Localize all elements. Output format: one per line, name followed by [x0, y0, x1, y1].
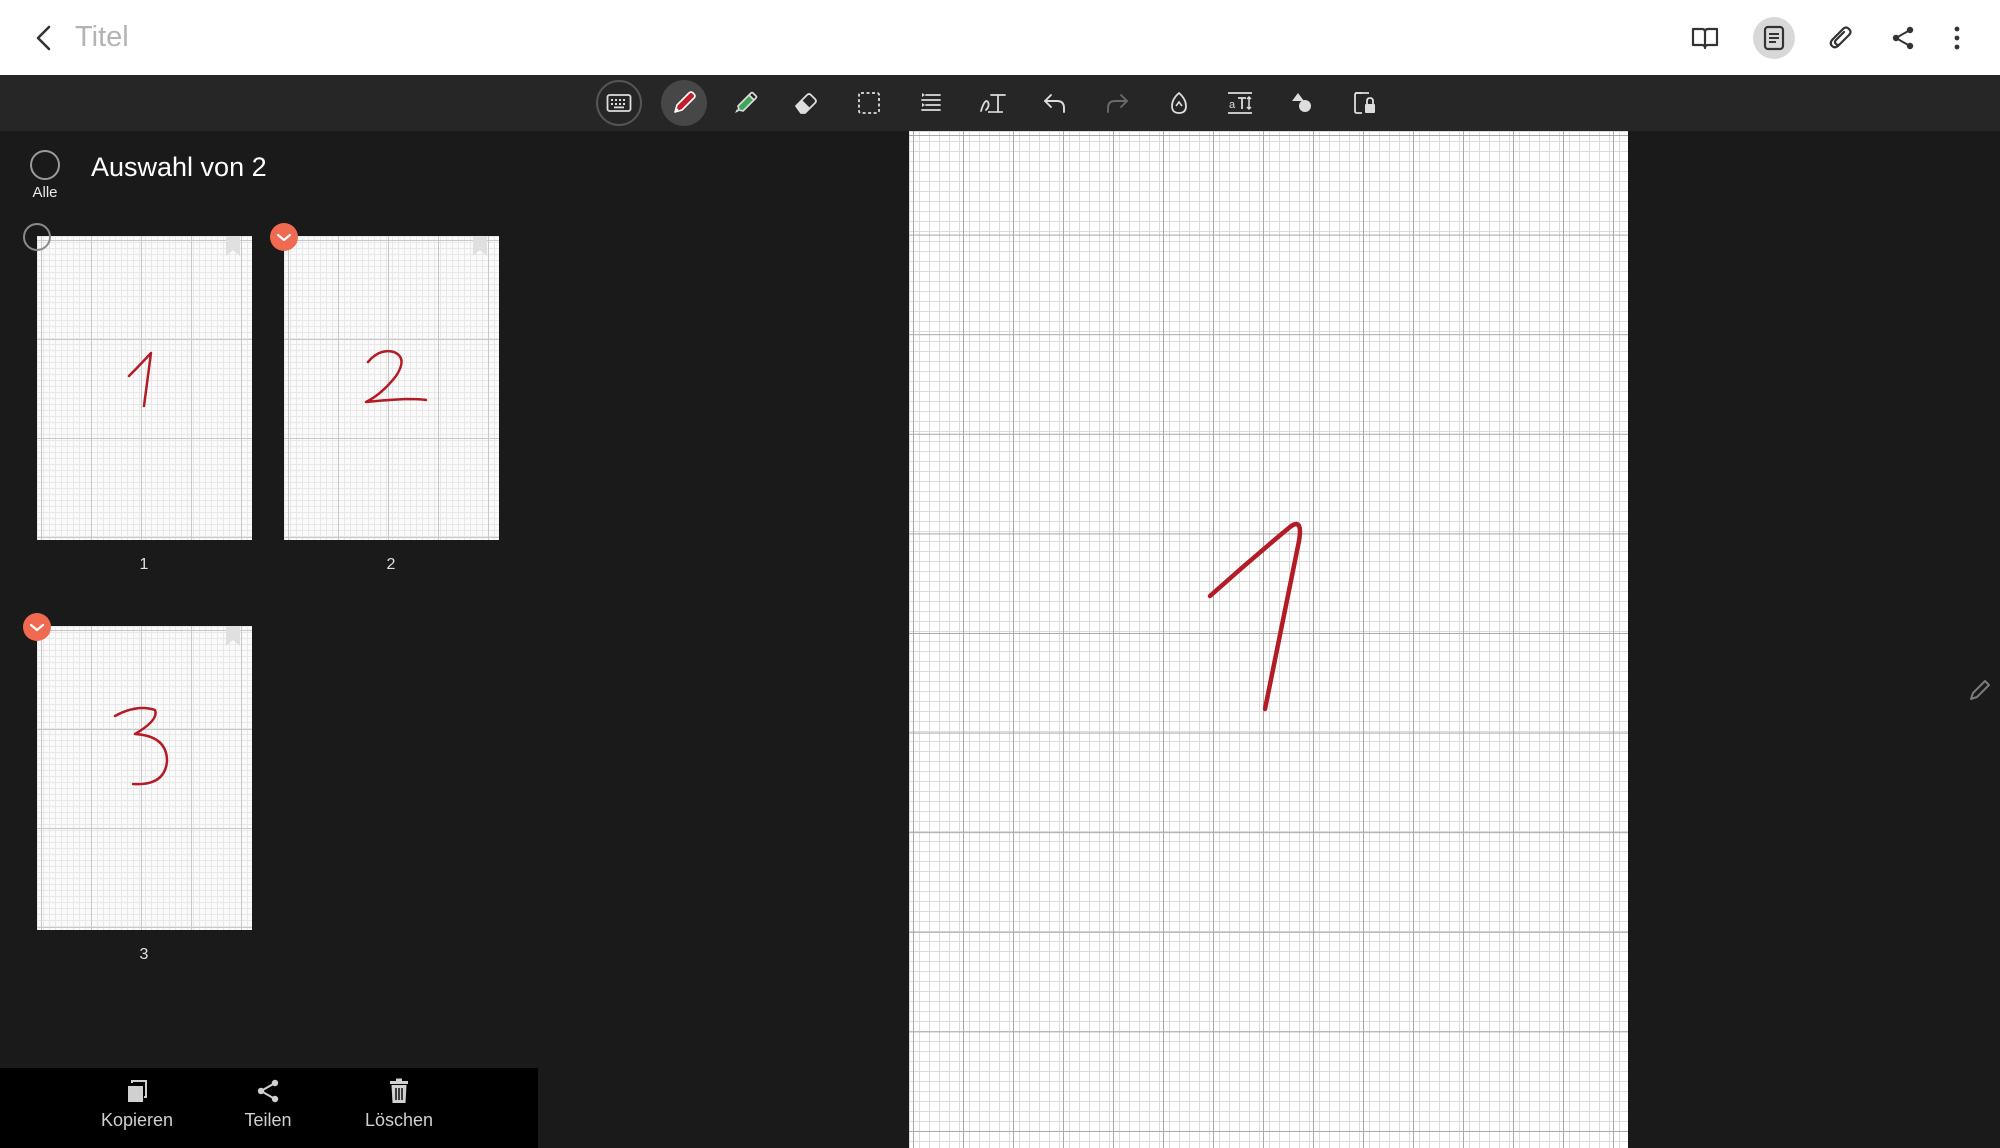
selection-tool[interactable]	[846, 80, 892, 126]
copy-label: Kopieren	[100, 1110, 174, 1130]
page-thumbnail-2[interactable]	[284, 236, 499, 540]
thumbnail-1-ink	[127, 351, 153, 408]
page-number-3: 3	[139, 946, 149, 963]
note-title[interactable]: Titel	[75, 19, 129, 55]
more-icon	[1954, 26, 1960, 50]
selection-icon	[858, 92, 880, 114]
trash-icon	[390, 1078, 408, 1103]
thumbnail-3-ink	[113, 706, 169, 786]
text-resize-tool[interactable]: a	[1217, 80, 1263, 126]
page-thumbnail-1[interactable]	[37, 236, 252, 540]
redo-button[interactable]	[1094, 80, 1140, 126]
canvas-ink-stroke	[1207, 521, 1303, 712]
share-label: Teilen	[244, 1110, 292, 1130]
delete-label: Löschen	[364, 1110, 434, 1130]
share-icon	[257, 1079, 279, 1103]
selection-count-title: Auswahl von 2	[91, 152, 267, 182]
book-icon	[1691, 27, 1719, 50]
copy-button[interactable]: Kopieren	[87, 1078, 187, 1142]
more-options-button[interactable]	[1936, 17, 1978, 59]
keyboard-tool[interactable]	[596, 80, 642, 126]
text-align-tool[interactable]	[908, 80, 954, 126]
page-2-checkbox[interactable]	[270, 223, 298, 251]
shapes-icon	[1292, 93, 1311, 112]
note-canvas-page[interactable]	[909, 131, 1628, 1148]
check-icon	[29, 623, 45, 632]
handwriting-to-text-tool[interactable]	[970, 80, 1016, 126]
pen-tool[interactable]	[661, 80, 707, 126]
eraser-icon	[795, 93, 817, 114]
check-icon	[276, 233, 292, 242]
handwriting-text-icon	[980, 94, 1006, 113]
back-icon	[36, 25, 51, 51]
page-3-checkbox[interactable]	[23, 613, 51, 641]
lock-page-icon	[1354, 92, 1375, 114]
pen-icon	[674, 91, 696, 113]
delete-button[interactable]: Löschen	[349, 1078, 449, 1142]
undo-button[interactable]	[1032, 80, 1078, 126]
attach-icon	[1829, 26, 1852, 49]
svg-text:a: a	[1229, 99, 1236, 111]
page-1-checkbox[interactable]	[23, 223, 51, 251]
highlighter-icon	[735, 91, 758, 113]
attach-button[interactable]	[1820, 17, 1862, 59]
page-number-2: 2	[386, 556, 396, 573]
bottom-action-bar: Kopieren Teilen Löschen	[0, 1068, 538, 1148]
back-button[interactable]	[26, 20, 62, 56]
eraser-tool[interactable]	[783, 80, 829, 126]
page-view-icon	[1763, 25, 1785, 51]
highlighter-tool[interactable]	[722, 80, 768, 126]
page-number-1: 1	[139, 556, 149, 573]
lasso-icon	[1171, 91, 1187, 114]
text-align-icon	[921, 93, 941, 111]
pen-icon	[1970, 680, 1990, 700]
copy-icon	[128, 1080, 147, 1102]
text-resize-icon: a	[1228, 92, 1252, 114]
select-all-label: Alle	[32, 184, 58, 201]
page-view-button[interactable]	[1753, 17, 1795, 59]
top-app-bar: Titel	[0, 0, 2000, 75]
page-thumbnail-3[interactable]	[37, 626, 252, 930]
pen-side-button[interactable]	[1965, 675, 1995, 705]
thumbnail-2-ink	[364, 349, 428, 404]
undo-icon	[1044, 94, 1065, 113]
share-pages-button[interactable]: Teilen	[218, 1078, 318, 1142]
keyboard-icon	[606, 94, 632, 112]
lock-page-tool[interactable]	[1342, 80, 1388, 126]
lasso-tool[interactable]	[1156, 80, 1202, 126]
book-view-button[interactable]	[1684, 17, 1726, 59]
select-all-checkbox[interactable]	[30, 150, 60, 180]
share-button[interactable]	[1882, 17, 1924, 59]
redo-icon	[1107, 94, 1128, 113]
drawing-toolbar: a	[0, 75, 2000, 131]
shapes-tool[interactable]	[1279, 80, 1325, 126]
share-icon	[1892, 26, 1914, 50]
